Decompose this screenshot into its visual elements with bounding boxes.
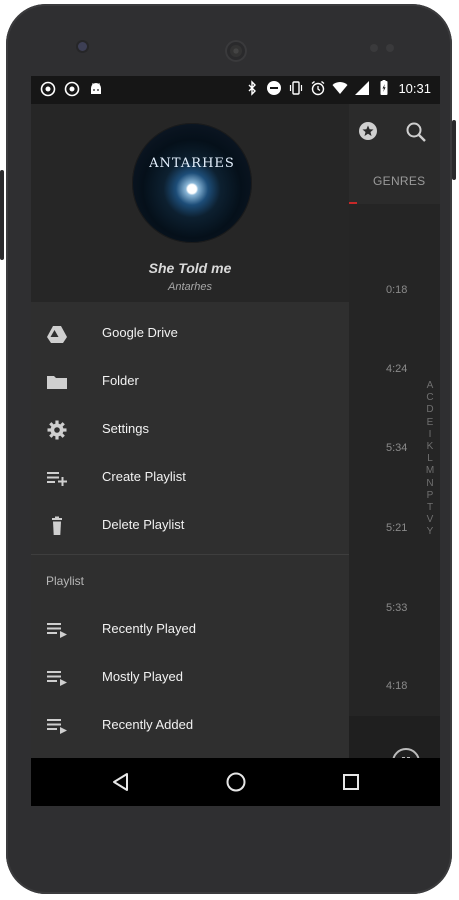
- now-playing-title: She Told me: [148, 260, 232, 276]
- app-toolbar: [349, 104, 440, 158]
- menu-item-label: Recently Played: [102, 621, 196, 636]
- alarm-icon: [312, 80, 325, 96]
- phone-frame: 10:31 GENRES 0:18 4:24 5:34 5:21 5:33 4:…: [6, 4, 452, 894]
- menu-item-delete-playlist[interactable]: Delete Playlist: [31, 502, 349, 550]
- menu-item-label: Mostly Played: [102, 669, 183, 684]
- playlist-play-icon: [47, 671, 67, 686]
- trash-icon: [52, 516, 62, 535]
- playlist-section-label: Playlist: [46, 574, 85, 588]
- drawer-divider: [31, 554, 349, 555]
- status-time: 10:31: [398, 80, 431, 96]
- menu-item-label: Folder: [102, 373, 139, 388]
- playlist-item-recently-added[interactable]: Recently Added: [31, 702, 349, 750]
- bluetooth-icon: [248, 80, 257, 96]
- menu-item-google-drive[interactable]: Google Drive: [31, 310, 349, 358]
- song-duration: 5:33: [386, 602, 408, 614]
- screen: 10:31 GENRES 0:18 4:24 5:34 5:21 5:33 4:…: [31, 76, 440, 806]
- menu-item-create-playlist[interactable]: Create Playlist: [31, 454, 349, 502]
- drawer-header: ANTARHES She Told me Antarhes: [31, 104, 349, 302]
- tab-genres[interactable]: GENRES: [373, 174, 425, 188]
- playlist-item-mostly-played[interactable]: Mostly Played: [31, 654, 349, 702]
- folder-icon: [47, 376, 67, 389]
- star-icon[interactable]: [358, 121, 378, 141]
- alphabet-index[interactable]: A C D E I K L M N P T V Y: [425, 380, 435, 539]
- google-drive-icon: [47, 326, 67, 343]
- menu-item-label: Create Playlist: [102, 469, 186, 484]
- proximity-sensor: [370, 44, 378, 52]
- recents-icon[interactable]: [339, 770, 363, 794]
- signal-icon: [355, 81, 370, 95]
- song-duration: 5:21: [386, 522, 408, 534]
- song-duration: 4:24: [386, 363, 408, 375]
- search-icon[interactable]: [405, 121, 427, 143]
- back-icon[interactable]: [109, 770, 133, 794]
- wifi-icon: [332, 82, 348, 94]
- volume-button: [452, 120, 456, 180]
- gear-icon: [47, 420, 67, 440]
- album-art[interactable]: ANTARHES: [132, 123, 252, 243]
- notification-app-icon: [64, 81, 80, 97]
- notification-app-icon: [40, 81, 56, 97]
- music-library-background: GENRES 0:18 4:24 5:34 5:21 5:33 4:18 A C…: [349, 104, 440, 806]
- menu-item-folder[interactable]: Folder: [31, 358, 349, 406]
- tab-bar: GENRES: [349, 158, 440, 204]
- menu-item-label: Settings: [102, 421, 149, 436]
- power-button: [0, 170, 4, 260]
- menu-item-settings[interactable]: Settings: [31, 406, 349, 454]
- song-duration: 5:34: [386, 442, 408, 454]
- playlist-item-recently-played[interactable]: Recently Played: [31, 606, 349, 654]
- album-art-text: ANTARHES: [149, 156, 235, 171]
- menu-item-label: Delete Playlist: [102, 517, 185, 532]
- front-camera: [78, 42, 87, 51]
- playlist-play-icon: [47, 719, 67, 734]
- now-playing-artist: Antarhes: [167, 281, 213, 293]
- status-bar: 10:31: [31, 76, 440, 104]
- playlist-add-icon: [47, 472, 67, 486]
- do-not-disturb-icon: [267, 81, 282, 95]
- earpiece-speaker: [225, 40, 247, 62]
- battery-icon: [380, 80, 388, 95]
- light-sensor: [386, 44, 394, 52]
- playlist-play-icon: [47, 623, 67, 638]
- song-duration: 4:18: [386, 680, 408, 692]
- navigation-drawer: ANTARHES She Told me Antarhes Google Dri…: [31, 104, 349, 758]
- home-icon[interactable]: [224, 770, 248, 794]
- system-nav-bar: [31, 758, 440, 806]
- menu-item-label: Google Drive: [102, 325, 178, 340]
- android-icon: [91, 83, 101, 94]
- vibrate-icon: [290, 81, 303, 95]
- menu-item-label: Recently Added: [102, 717, 194, 732]
- song-duration: 0:18: [386, 284, 408, 296]
